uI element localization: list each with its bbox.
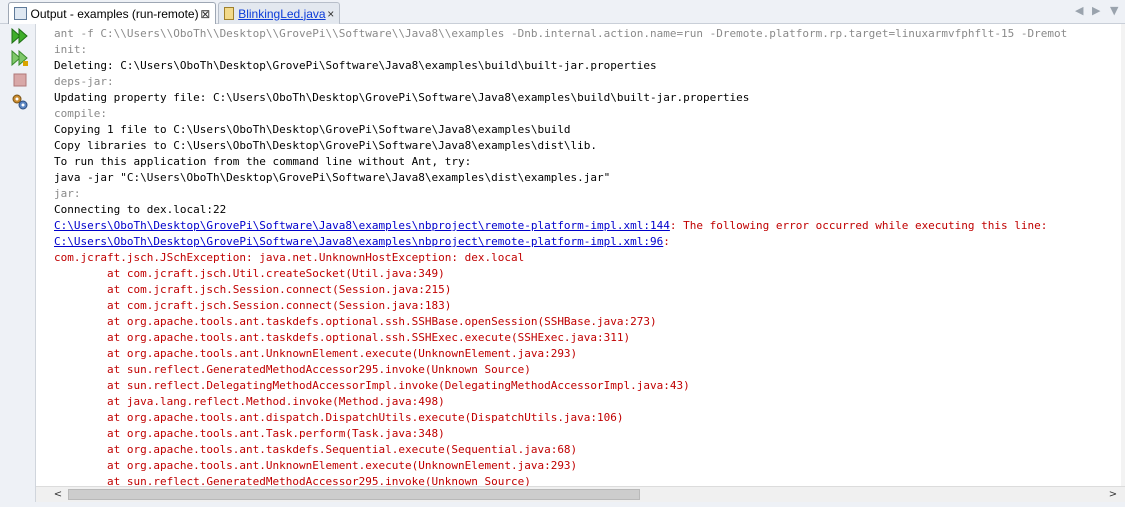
console-line: compile: (54, 106, 1067, 122)
source-file-link[interactable]: C:\Users\OboTh\Desktop\GrovePi\Software\… (54, 219, 670, 232)
log-text: java -jar "C:\Users\OboTh\Desktop\GroveP… (54, 171, 611, 184)
console-line: To run this application from the command… (54, 154, 1067, 170)
scrollbar-thumb[interactable] (68, 489, 640, 500)
stop-icon[interactable] (11, 71, 29, 89)
rerun-with-options-icon[interactable] (11, 49, 29, 67)
console-line: at com.jcraft.jsch.Session.connect(Sessi… (54, 282, 1067, 298)
rerun-icon[interactable] (11, 27, 29, 45)
stacktrace-text: at org.apache.tools.ant.taskdefs.optiona… (54, 315, 657, 328)
log-text: compile: (54, 107, 107, 120)
log-text: deps-jar: (54, 75, 114, 88)
console-line: java -jar "C:\Users\OboTh\Desktop\GroveP… (54, 170, 1067, 186)
tab-blinkingled-java[interactable]: BlinkingLed.java × (218, 2, 340, 24)
stacktrace-text: at org.apache.tools.ant.taskdefs.Sequent… (54, 443, 578, 456)
log-text: ant -f C:\\Users\\OboTh\\Desktop\\GroveP… (54, 27, 1068, 40)
stacktrace-text: at com.jcraft.jsch.Util.createSocket(Uti… (54, 267, 445, 280)
console-line: com.jcraft.jsch.JSchException: java.net.… (54, 250, 1067, 266)
console-line: deps-jar: (54, 74, 1067, 90)
console-line: at org.apache.tools.ant.dispatch.Dispatc… (54, 410, 1067, 426)
log-text: Connecting to dex.local:22 (54, 203, 227, 216)
tab-bar: Output - examples (run-remote) ⊠ Blinkin… (0, 0, 1125, 24)
output-window-icon (14, 7, 27, 20)
stacktrace-text: at org.apache.tools.ant.Task.perform(Tas… (54, 427, 445, 440)
log-text: Copy libraries to C:\Users\OboTh\Desktop… (54, 139, 598, 152)
console-line: at org.apache.tools.ant.taskdefs.optiona… (54, 314, 1067, 330)
console-line: Deleting: C:\Users\OboTh\Desktop\GrovePi… (54, 58, 1067, 74)
console-line: ant -f C:\\Users\\OboTh\\Desktop\\GroveP… (54, 26, 1067, 42)
console-line: C:\Users\OboTh\Desktop\GrovePi\Software\… (54, 234, 1067, 250)
error-message-text: : (663, 235, 670, 248)
scroll-tabs-left-icon[interactable]: ◀ (1075, 4, 1083, 17)
console-line: at org.apache.tools.ant.UnknownElement.e… (54, 346, 1067, 362)
close-tab-icon[interactable]: ⊠ (199, 7, 212, 21)
stacktrace-text: at com.jcraft.jsch.Session.connect(Sessi… (54, 299, 452, 312)
stacktrace-text: at sun.reflect.GeneratedMethodAccessor29… (54, 475, 531, 486)
scroll-tabs-right-icon[interactable]: ▶ (1092, 4, 1100, 17)
console-line: at java.lang.reflect.Method.invoke(Metho… (54, 394, 1067, 410)
log-text: Deleting: C:\Users\OboTh\Desktop\GrovePi… (54, 59, 657, 72)
show-opened-documents-icon[interactable]: ▼ (1110, 4, 1118, 17)
tab-blinkingled-label: BlinkingLed.java (238, 6, 326, 21)
error-message-text: : The following error occurred while exe… (669, 219, 1048, 232)
java-file-icon (224, 7, 235, 20)
console-line: Copying 1 file to C:\Users\OboTh\Desktop… (54, 122, 1067, 138)
log-text: Copying 1 file to C:\Users\OboTh\Desktop… (54, 123, 571, 136)
stacktrace-text: at org.apache.tools.ant.dispatch.Dispatc… (54, 411, 624, 424)
status-strip (0, 502, 1125, 507)
log-text: To run this application from the command… (54, 155, 472, 168)
scroll-right-arrow-icon[interactable]: > (1105, 487, 1121, 502)
stacktrace-text: at sun.reflect.DelegatingMethodAccessorI… (54, 379, 690, 392)
stacktrace-text: at org.apache.tools.ant.taskdefs.optiona… (54, 331, 631, 344)
console-line: C:\Users\OboTh\Desktop\GrovePi\Software\… (54, 218, 1067, 234)
log-text: jar: (54, 187, 81, 200)
output-console[interactable]: ant -f C:\\Users\\OboTh\\Desktop\\GroveP… (36, 24, 1121, 486)
console-line: at sun.reflect.DelegatingMethodAccessorI… (54, 378, 1067, 394)
log-text: Updating property file: C:\Users\OboTh\D… (54, 91, 750, 104)
console-line: at org.apache.tools.ant.taskdefs.Sequent… (54, 442, 1067, 458)
console-line: at sun.reflect.GeneratedMethodAccessor29… (54, 362, 1067, 378)
horizontal-scrollbar[interactable]: < > (36, 486, 1125, 502)
console-line: init: (54, 42, 1067, 58)
console-line: Copy libraries to C:\Users\OboTh\Desktop… (54, 138, 1067, 154)
console-line: Updating property file: C:\Users\OboTh\D… (54, 90, 1067, 106)
stacktrace-text: at org.apache.tools.ant.UnknownElement.e… (54, 459, 578, 472)
scroll-left-arrow-icon[interactable]: < (50, 487, 66, 502)
stacktrace-text: com.jcraft.jsch.JSchException: java.net.… (54, 251, 525, 264)
console-line: at org.apache.tools.ant.taskdefs.optiona… (54, 330, 1067, 346)
stacktrace-text: at sun.reflect.GeneratedMethodAccessor29… (54, 363, 531, 376)
console-line: at com.jcraft.jsch.Util.createSocket(Uti… (54, 266, 1067, 282)
source-file-link[interactable]: C:\Users\OboTh\Desktop\GrovePi\Software\… (54, 235, 663, 248)
console-line: Connecting to dex.local:22 (54, 202, 1067, 218)
tab-output-examples[interactable]: Output - examples (run-remote) ⊠ (8, 2, 216, 24)
console-lines: ant -f C:\\Users\\OboTh\\Desktop\\GroveP… (54, 26, 1067, 486)
log-text: init: (54, 43, 88, 56)
console-line: jar: (54, 186, 1067, 202)
console-line: at org.apache.tools.ant.Task.perform(Tas… (54, 426, 1067, 442)
vertical-scroll-track (1121, 24, 1125, 486)
settings-icon[interactable] (11, 93, 29, 111)
stacktrace-text: at java.lang.reflect.Method.invoke(Metho… (54, 395, 445, 408)
stacktrace-text: at com.jcraft.jsch.Session.connect(Sessi… (54, 283, 452, 296)
output-toolbar (0, 24, 36, 507)
console-line: at sun.reflect.GeneratedMethodAccessor29… (54, 474, 1067, 486)
console-line: at org.apache.tools.ant.UnknownElement.e… (54, 458, 1067, 474)
console-line: at com.jcraft.jsch.Session.connect(Sessi… (54, 298, 1067, 314)
stacktrace-text: at org.apache.tools.ant.UnknownElement.e… (54, 347, 578, 360)
close-tab-icon[interactable]: × (326, 7, 336, 21)
tab-output-label: Output - examples (run-remote) (30, 6, 199, 21)
